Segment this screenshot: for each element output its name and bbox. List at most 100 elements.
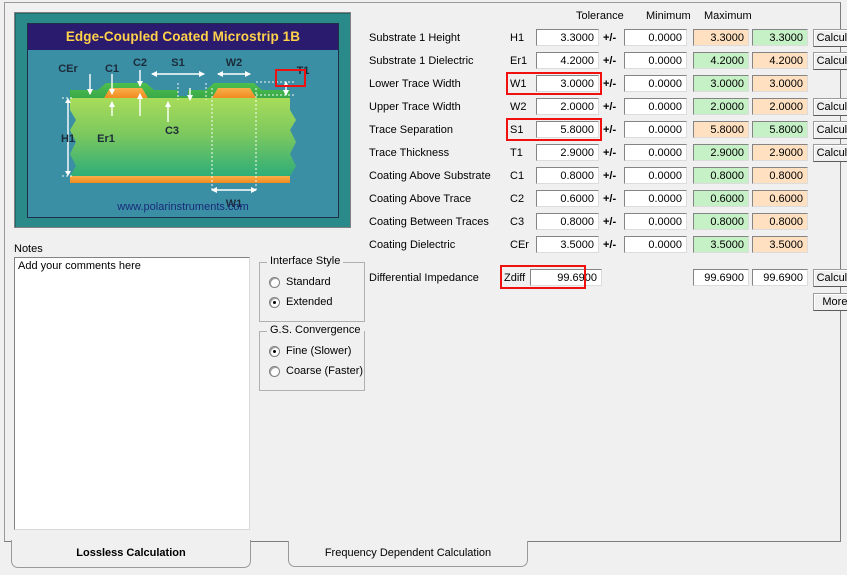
param-row-h1: Substrate 1 Height H1 +/- Calculate [369, 28, 847, 51]
differential-impedance-minimum[interactable] [693, 269, 749, 286]
param-maximum-c1[interactable] [752, 167, 808, 184]
param-minimum-s1[interactable] [693, 121, 749, 138]
param-value-input-h1[interactable] [536, 29, 599, 46]
param-label: Coating Above Substrate [369, 170, 491, 182]
ground-plane [70, 176, 290, 183]
param-minimum-c2[interactable] [693, 190, 749, 207]
param-maximum-h1[interactable] [752, 29, 808, 46]
param-value-input-t1[interactable] [536, 144, 599, 161]
param-value-input-s1[interactable] [536, 121, 599, 138]
param-tolerance-input-er1[interactable] [624, 52, 687, 69]
param-tolerance-input-h1[interactable] [624, 29, 687, 46]
param-minimum-c1[interactable] [693, 167, 749, 184]
label-cer: CEr [58, 63, 78, 75]
radio-interface-extended[interactable]: Extended [269, 296, 332, 308]
differential-impedance-label: Differential Impedance [369, 272, 479, 284]
param-minimum-w2[interactable] [693, 98, 749, 115]
plus-minus-label: +/- [603, 124, 617, 136]
notes-label: Notes [14, 243, 43, 255]
param-row-c2: Coating Above Trace C2 +/- [369, 189, 831, 212]
tab-strip: Lossless Calculation Frequency Dependent… [5, 540, 841, 569]
param-value-input-w2[interactable] [536, 98, 599, 115]
param-symbol: H1 [510, 32, 525, 44]
param-tolerance-input-s1[interactable] [624, 121, 687, 138]
param-label: Coating Above Trace [369, 193, 472, 205]
calculate-button-w2[interactable]: Calculate [813, 98, 847, 116]
param-symbol: Er1 [510, 55, 528, 67]
interface-style-legend: Interface Style [267, 255, 344, 267]
param-symbol: S1 [510, 124, 524, 136]
header-minimum: Minimum [646, 10, 691, 22]
tab-frequency-dependent-calculation[interactable]: Frequency Dependent Calculation [288, 541, 528, 567]
param-maximum-w1[interactable] [752, 75, 808, 92]
param-maximum-s1[interactable] [752, 121, 808, 138]
param-minimum-t1[interactable] [693, 144, 749, 161]
param-minimum-er1[interactable] [693, 52, 749, 69]
param-label: Coating Between Traces [369, 216, 489, 228]
param-symbol: C1 [510, 170, 525, 182]
differential-impedance-maximum[interactable] [752, 269, 808, 286]
param-minimum-c3[interactable] [693, 213, 749, 230]
calculate-button-s1[interactable]: Calculate [813, 121, 847, 139]
label-c1: C1 [105, 63, 119, 75]
param-maximum-cer[interactable] [752, 236, 808, 253]
param-minimum-w1[interactable] [693, 75, 749, 92]
plus-minus-label: +/- [603, 78, 617, 90]
calculate-button-t1[interactable]: Calculate [813, 144, 847, 162]
param-row-t1: Trace Thickness T1 +/- Calculate [369, 143, 847, 166]
param-value-input-er1[interactable] [536, 52, 599, 69]
gs-convergence-legend: G.S. Convergence [267, 324, 364, 336]
differential-impedance-value-input[interactable] [530, 269, 602, 286]
radio-dot-standard [269, 276, 280, 288]
param-maximum-c3[interactable] [752, 213, 808, 230]
param-value-input-c2[interactable] [536, 190, 599, 207]
more-options-button[interactable]: More... [813, 293, 847, 311]
param-label: Upper Trace Width [369, 101, 461, 113]
diagram-canvas: Edge-Coupled Coated Microstrip 1B CEr C1… [27, 23, 339, 218]
param-row-s1: Trace Separation S1 +/- Calculate [369, 120, 847, 143]
param-minimum-h1[interactable] [693, 29, 749, 46]
param-tolerance-input-w2[interactable] [624, 98, 687, 115]
radio-dot-coarse [269, 365, 280, 377]
param-tolerance-input-c3[interactable] [624, 213, 687, 230]
radio-interface-standard[interactable]: Standard [269, 276, 331, 288]
param-row-c3: Coating Between Traces C3 +/- [369, 212, 831, 235]
param-tolerance-input-c2[interactable] [624, 190, 687, 207]
param-row-cer: Coating Dielectric CEr +/- [369, 235, 831, 258]
param-maximum-w2[interactable] [752, 98, 808, 115]
param-value-input-c1[interactable] [536, 167, 599, 184]
param-tolerance-input-t1[interactable] [624, 144, 687, 161]
radio-dot-fine [269, 345, 280, 357]
radio-gs-fine[interactable]: Fine (Slower) [269, 345, 351, 357]
radio-label-fine: Fine (Slower) [286, 345, 352, 357]
radio-label-extended: Extended [286, 296, 333, 308]
radio-label-coarse: Coarse (Faster) [286, 365, 364, 377]
param-value-input-c3[interactable] [536, 213, 599, 230]
param-minimum-cer[interactable] [693, 236, 749, 253]
plus-minus-label: +/- [603, 147, 617, 159]
calculate-button-er1[interactable]: Calculate [813, 52, 847, 70]
param-value-input-cer[interactable] [536, 236, 599, 253]
header-tolerance: Tolerance [576, 10, 624, 22]
param-tolerance-input-cer[interactable] [624, 236, 687, 253]
calculate-button-h1[interactable]: Calculate [813, 29, 847, 47]
differential-impedance-calculate-button[interactable]: Calculate [813, 269, 847, 287]
radio-gs-coarse[interactable]: Coarse (Faster) [269, 365, 363, 377]
notes-input[interactable] [14, 257, 250, 530]
param-tolerance-input-w1[interactable] [624, 75, 687, 92]
param-symbol: C3 [510, 216, 525, 228]
param-maximum-t1[interactable] [752, 144, 808, 161]
radio-dot-extended [269, 296, 280, 308]
param-row-c1: Coating Above Substrate C1 +/- [369, 166, 831, 189]
param-label: Trace Separation [369, 124, 453, 136]
label-w2: W2 [226, 57, 243, 69]
header-maximum: Maximum [704, 10, 752, 22]
param-label: Substrate 1 Height [369, 32, 461, 44]
tab-lossless-calculation[interactable]: Lossless Calculation [11, 540, 251, 568]
plus-minus-label: +/- [603, 32, 617, 44]
radio-label-standard: Standard [286, 276, 331, 288]
param-value-input-w1[interactable] [536, 75, 599, 92]
param-maximum-er1[interactable] [752, 52, 808, 69]
param-tolerance-input-c1[interactable] [624, 167, 687, 184]
param-maximum-c2[interactable] [752, 190, 808, 207]
